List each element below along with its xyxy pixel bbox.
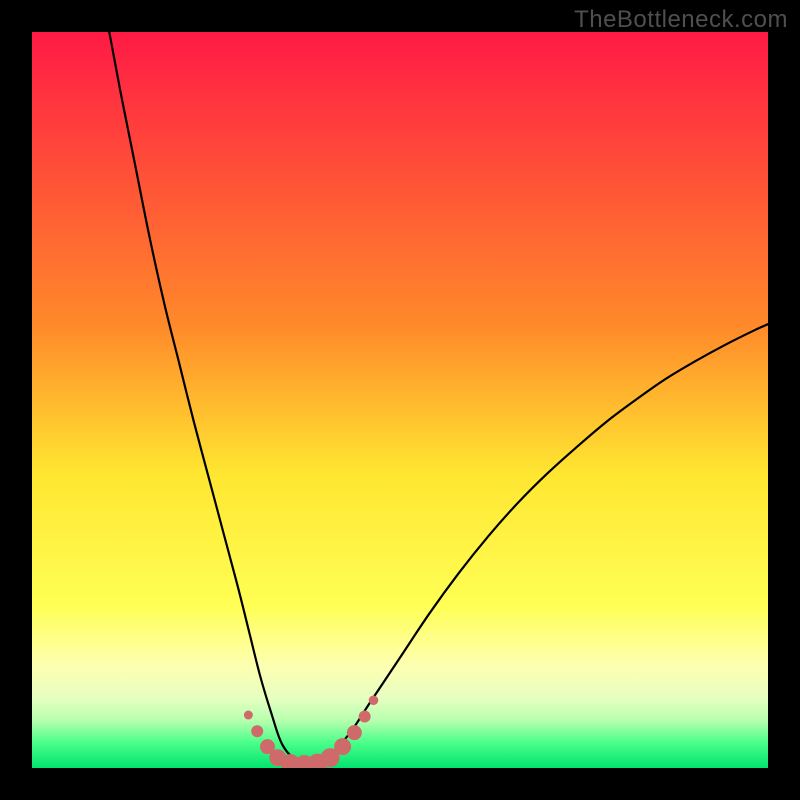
highlight-marker xyxy=(369,695,379,705)
chart-frame: TheBottleneck.com xyxy=(0,0,800,800)
highlight-marker xyxy=(251,725,263,737)
highlight-marker xyxy=(359,710,371,722)
highlight-marker xyxy=(244,711,253,720)
highlight-marker xyxy=(347,725,362,740)
highlight-marker xyxy=(334,738,351,755)
bottleneck-chart xyxy=(32,32,768,768)
watermark-text: TheBottleneck.com xyxy=(574,6,788,34)
plot-area xyxy=(32,32,768,768)
